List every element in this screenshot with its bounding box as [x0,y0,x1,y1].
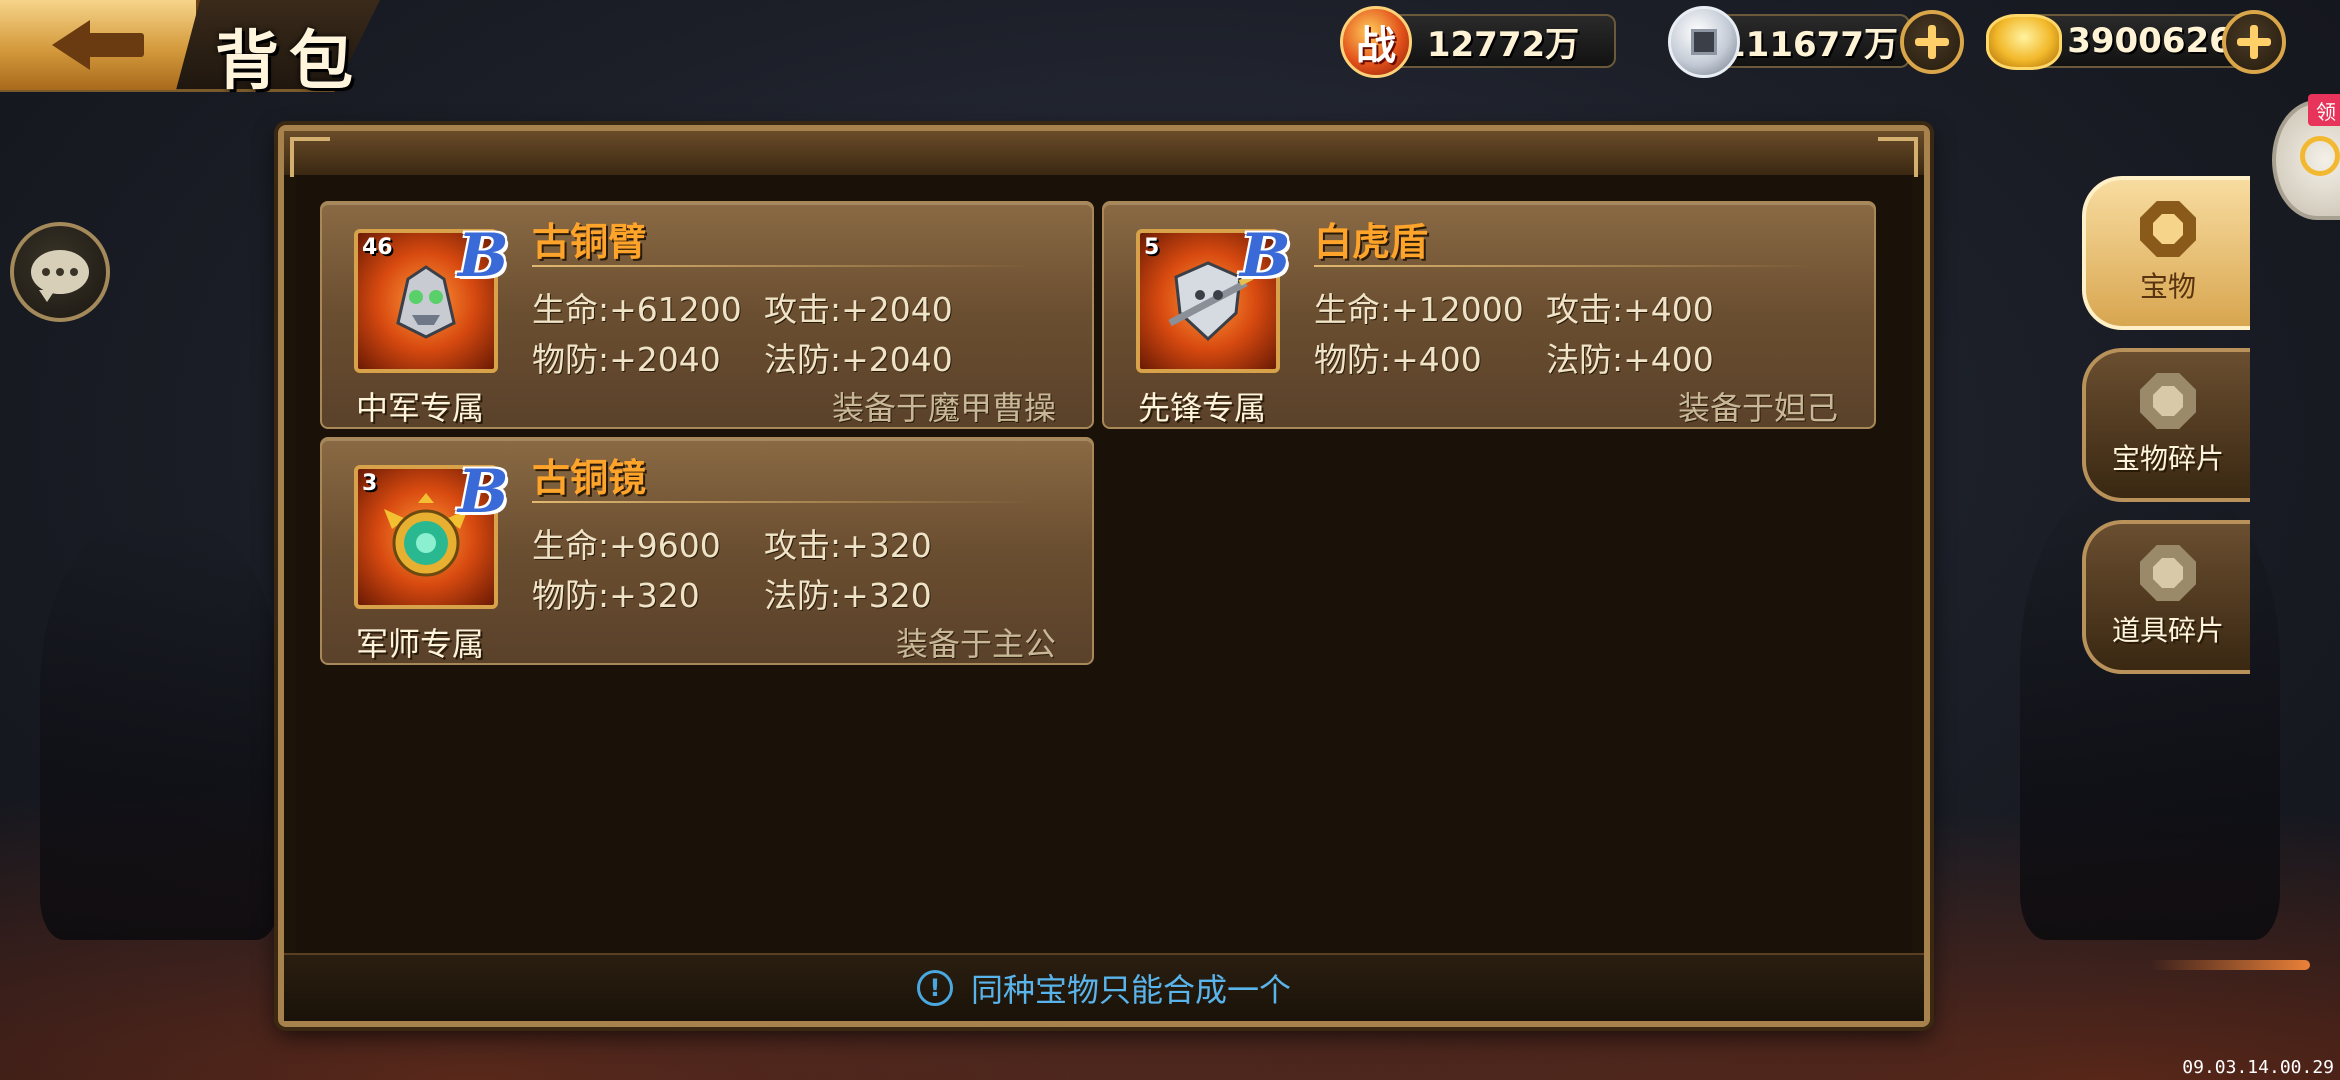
item-name: 白虎盾 [1314,220,1429,264]
item-divider [532,265,1032,267]
stat-attack: 攻击:+320 [764,526,932,565]
stat-physical-defense: 物防:+320 [532,576,700,615]
background-ember-streak [2150,960,2310,970]
item-card[interactable]: 46 B 中军专属 古铜臂 生命:+61200 攻击:+2040 物防:+204… [320,201,1094,429]
background-warrior-silhouette-left [40,520,280,940]
item-exclusive-role: 先锋专属 [1138,389,1267,427]
tab-item-fragments[interactable]: 道具碎片 [2082,520,2250,674]
info-icon: ! [916,970,953,1006]
item-exclusive-role: 中军专属 [356,389,485,427]
gold-value: 3900626 [2067,21,2233,61]
tab-label: 宝物 [2139,270,2196,303]
treasure-gem-icon [2140,201,2196,257]
battle-power-value: 12772万 [1426,24,1580,65]
item-name: 古铜臂 [532,220,647,264]
panel-footer: ! 同种宝物只能合成一个 [284,953,1924,1021]
chat-bubble-icon [31,250,89,302]
item-fragment-icon [2140,545,2196,601]
panel-corner-ornament [290,137,330,177]
panel-top-band [284,131,1924,175]
item-card[interactable]: 5 B 先锋专属 白虎盾 生命:+12000 攻击:+400 物防:+400 法… [1102,201,1876,429]
add-gold-button[interactable] [2222,10,2286,74]
footer-notice: 同种宝物只能合成一个 [970,971,1291,1009]
equipped-on: 装备于魔甲曹操 [831,389,1056,427]
chat-button[interactable] [10,222,110,322]
gold-ring-icon [2300,136,2340,176]
equipped-on: 装备于妲己 [1677,389,1838,427]
item-name: 古铜镜 [532,456,647,500]
tab-label: 宝物碎片 [2111,442,2224,475]
stat-magic-defense: 法防:+400 [1546,340,1714,379]
stat-hp: 生命:+12000 [1314,290,1524,329]
tab-treasure[interactable]: 宝物 [2082,176,2250,330]
item-level: 46 [362,235,393,260]
claim-badge: 领 [2308,94,2340,126]
panel-corner-ornament [1878,137,1918,177]
stat-hp: 生命:+61200 [532,290,742,329]
silver-coin-icon [1668,6,1740,78]
item-level: 3 [362,471,378,496]
stat-physical-defense: 物防:+400 [1314,340,1482,379]
item-level: 5 [1144,235,1160,260]
stat-attack: 攻击:+400 [1546,290,1714,329]
stat-physical-defense: 物防:+2040 [532,340,721,379]
rank-badge: B [458,457,509,527]
page-title: 背包 [215,25,363,99]
back-arrow-icon [52,20,144,70]
treasure-fragment-icon [2140,373,2196,429]
item-divider [532,501,1032,503]
item-card[interactable]: 3 B 军师专属 古铜镜 生命:+9600 攻击:+320 物防:+320 法防… [320,437,1094,665]
back-button[interactable] [0,0,200,90]
plus-icon [1915,25,1949,59]
tab-treasure-fragments[interactable]: 宝物碎片 [2082,348,2250,502]
inventory-panel: 46 B 中军专属 古铜臂 生命:+61200 攻击:+2040 物防:+204… [278,125,1930,1027]
item-exclusive-role: 军师专属 [356,625,485,663]
gold-ingot-icon [1986,14,2062,70]
screenshot-timestamp: 09.03.14.00.29 [2182,1057,2334,1078]
rank-badge: B [458,221,509,291]
stat-attack: 攻击:+2040 [764,290,953,329]
silver-value: 111677万 [1722,24,1898,65]
stat-magic-defense: 法防:+320 [764,576,932,615]
equipped-on: 装备于主公 [895,625,1056,663]
tab-label: 道具碎片 [2111,614,2224,647]
battle-power-icon: 战 [1340,6,1412,78]
plus-icon [2237,25,2271,59]
stat-magic-defense: 法防:+2040 [764,340,953,379]
item-divider [1314,265,1814,267]
rank-badge: B [1240,221,1291,291]
add-silver-button[interactable] [1900,10,1964,74]
stat-hp: 生命:+9600 [532,526,721,565]
